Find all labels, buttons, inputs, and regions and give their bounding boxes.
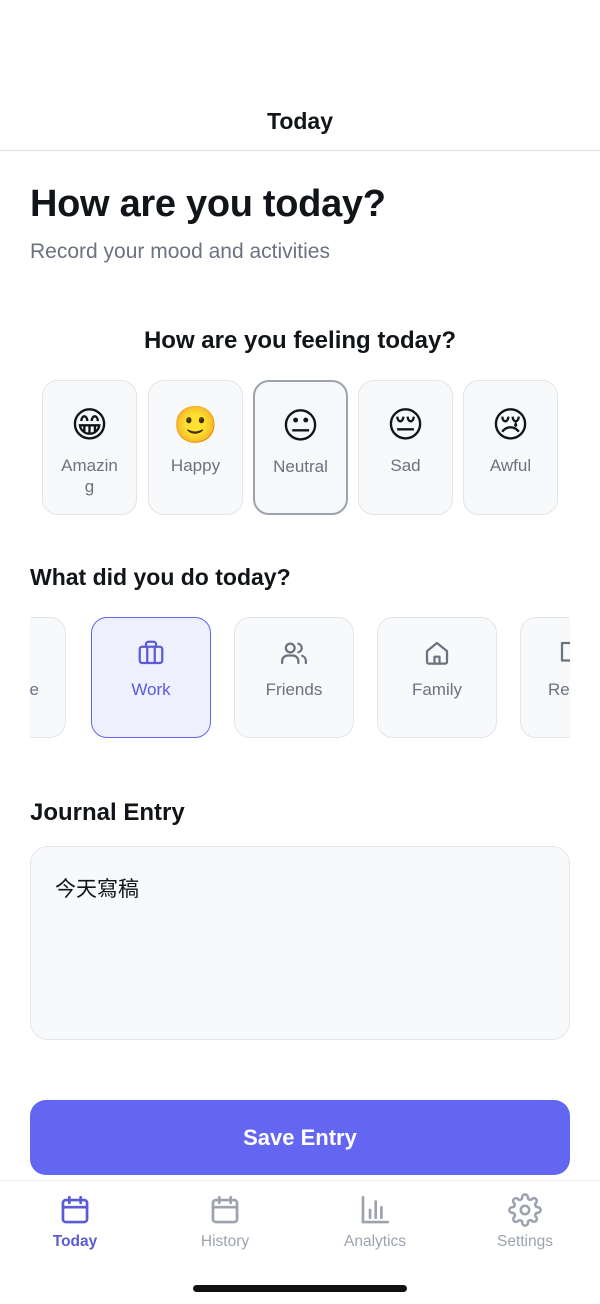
crying-face-icon: 😢 xyxy=(491,404,530,445)
nav-title: Today xyxy=(266,108,334,134)
mood-label: Sad xyxy=(390,456,421,475)
mood-label: Amazing xyxy=(61,456,118,496)
home-indicator[interactable] xyxy=(193,1285,407,1292)
mood-label: Awful xyxy=(489,456,532,475)
activity-card-partial-right[interactable]: Re xyxy=(520,617,570,738)
activity-card-family[interactable]: Family xyxy=(377,617,497,738)
briefcase-icon xyxy=(92,638,210,668)
tab-analytics[interactable]: Analytics xyxy=(300,1193,450,1257)
activity-card-work[interactable]: Work xyxy=(91,617,211,738)
mood-option-awful[interactable]: 😢 Awful xyxy=(463,380,558,515)
calendar-icon xyxy=(150,1193,300,1229)
activity-label: e xyxy=(30,680,39,699)
activity-label: Friends xyxy=(265,680,323,699)
page-subtitle: Record your mood and activities xyxy=(30,240,330,263)
page-title: How are you today? xyxy=(30,183,386,225)
tab-label: Analytics xyxy=(343,1233,407,1250)
activity-label: Work xyxy=(131,680,171,699)
tab-label: Today xyxy=(52,1233,98,1250)
home-icon xyxy=(378,638,496,668)
activity-card-partial-left[interactable]: e xyxy=(30,617,66,738)
navigation-bar: Today xyxy=(0,0,600,151)
today-screen: Today How are you today? Record your moo… xyxy=(0,0,600,1304)
activity-label: Family xyxy=(411,680,463,699)
activity-label: Re xyxy=(548,680,570,699)
bar-chart-icon xyxy=(300,1193,450,1229)
calendar-icon xyxy=(0,1193,150,1229)
mood-label: Happy xyxy=(170,456,221,475)
mood-question: How are you feeling today? xyxy=(143,327,457,354)
journal-textarea[interactable]: 今天寫稿 xyxy=(30,846,570,1040)
activity-question: What did you do today? xyxy=(30,564,291,590)
pensive-face-icon: 😔 xyxy=(386,404,425,445)
activity-carousel[interactable]: e Work Friends Family Re xyxy=(30,617,570,739)
activity-card-friends[interactable]: Friends xyxy=(234,617,354,738)
smiling-face-icon: 🙂 xyxy=(173,404,218,445)
gear-icon xyxy=(450,1193,600,1229)
tab-today[interactable]: Today xyxy=(0,1193,150,1257)
neutral-face-icon: 😐 xyxy=(281,405,320,446)
mood-option-neutral[interactable]: 😐 Neutral xyxy=(253,380,348,515)
tab-label: Settings xyxy=(496,1233,553,1250)
mood-option-happy[interactable]: 🙂 Happy xyxy=(148,380,243,515)
mood-option-sad[interactable]: 😔 Sad xyxy=(358,380,453,515)
tab-label: History xyxy=(200,1233,250,1250)
tab-settings[interactable]: Settings xyxy=(450,1193,600,1257)
users-icon xyxy=(235,638,353,668)
mood-option-amazing[interactable]: 😁 Amazing xyxy=(42,380,137,515)
save-entry-button[interactable]: Save Entry xyxy=(30,1100,570,1175)
book-icon xyxy=(521,638,570,668)
mood-selector: 😁 Amazing 🙂 Happy 😐 Neutral 😔 Sad 😢 Awfu… xyxy=(0,380,600,515)
journal-heading: Journal Entry xyxy=(30,799,185,826)
grinning-face-icon: 😁 xyxy=(70,404,109,445)
mood-label: Neutral xyxy=(273,457,328,476)
tab-history[interactable]: History xyxy=(150,1193,300,1257)
